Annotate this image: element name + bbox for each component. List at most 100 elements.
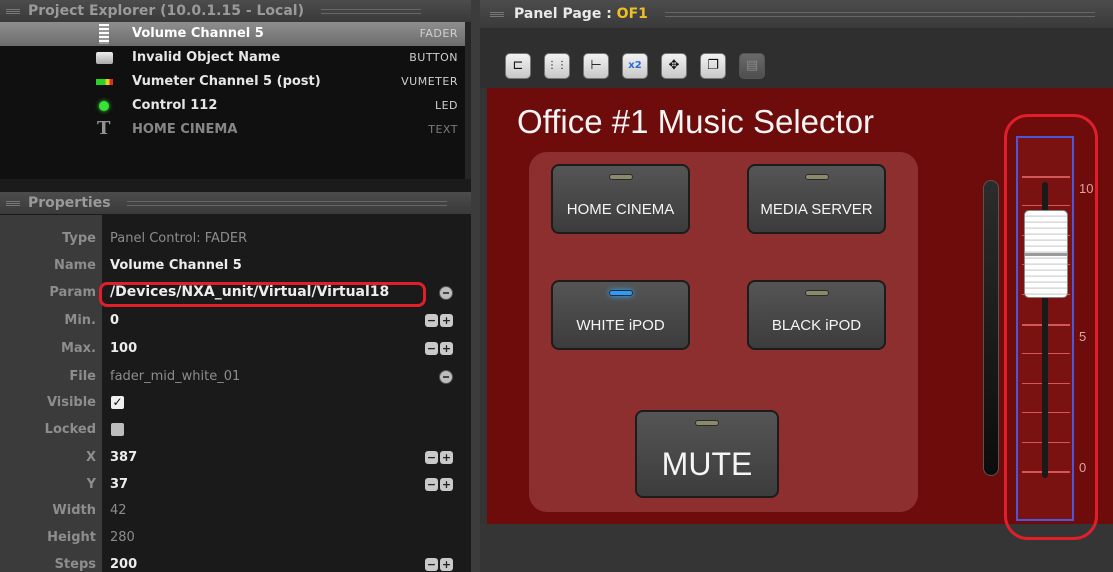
y-stepper[interactable]: − + xyxy=(425,478,453,491)
property-row-visible[interactable]: Visible ✓ xyxy=(0,391,471,414)
white-ipod-label: WHITE iPOD xyxy=(576,317,665,334)
property-key: Name xyxy=(53,258,96,273)
panel-page-name: OF1 xyxy=(616,6,648,22)
property-key: Locked xyxy=(44,422,96,437)
explorer-item-kind: BUTTON xyxy=(409,51,458,64)
property-row-file[interactable]: File fader_mid_white_01 xyxy=(0,365,471,388)
property-row-locked[interactable]: Locked xyxy=(0,418,471,441)
button-led xyxy=(609,174,633,180)
properties-header[interactable]: Properties xyxy=(0,192,471,214)
decrement-button[interactable]: − xyxy=(425,314,438,327)
decrement-button[interactable]: − xyxy=(425,478,438,491)
properties-panel: Type Panel Control: FADER Name Volume Ch… xyxy=(0,215,471,572)
button-led-active xyxy=(609,290,633,296)
property-key: Height xyxy=(47,530,96,545)
property-row-y[interactable]: Y 37 − + xyxy=(0,473,471,496)
paste-icon[interactable]: ▤ xyxy=(739,53,765,79)
property-value[interactable]: 100 xyxy=(110,337,137,360)
white-ipod-button[interactable]: WHITE iPOD xyxy=(551,280,690,350)
black-ipod-button[interactable]: BLACK iPOD xyxy=(747,280,886,350)
property-row-height: Height 280 xyxy=(0,526,471,549)
param-clear-button[interactable] xyxy=(439,286,453,300)
decrement-button[interactable]: − xyxy=(425,451,438,464)
property-row-name[interactable]: Name Volume Channel 5 xyxy=(0,254,471,277)
increment-button[interactable]: + xyxy=(440,451,453,464)
visible-checkbox[interactable]: ✓ xyxy=(111,396,124,409)
explorer-item-kind: FADER xyxy=(419,27,458,40)
property-row-width: Width 42 xyxy=(0,499,471,522)
mute-label: MUTE xyxy=(661,446,753,482)
header-stripe xyxy=(664,11,1095,17)
property-value[interactable]: 0 xyxy=(110,309,119,332)
align-icon[interactable]: ⊢ xyxy=(583,53,609,79)
vumeter-icon xyxy=(96,79,113,85)
panel-page-label: Panel Page : xyxy=(514,6,617,22)
property-row-min[interactable]: Min. 0 − + xyxy=(0,309,471,332)
button-led xyxy=(805,290,829,296)
explorer-item-kind: TEXT xyxy=(428,123,458,136)
property-row-x[interactable]: X 387 − + xyxy=(0,446,471,469)
steps-stepper[interactable]: − + xyxy=(425,558,453,571)
selector-button-group: HOME CINEMA MEDIA SERVER WHITE iPOD BLAC… xyxy=(529,152,918,512)
property-key: Max. xyxy=(60,341,96,356)
property-key: Visible xyxy=(46,395,96,410)
panel-page-header[interactable]: Panel Page : OF1 xyxy=(480,0,1113,28)
property-key: X xyxy=(85,450,96,465)
property-value[interactable]: 387 xyxy=(110,446,137,469)
max-stepper[interactable]: − + xyxy=(425,342,453,355)
property-value: 42 xyxy=(110,503,127,518)
decrement-button[interactable]: − xyxy=(425,342,438,355)
drag-grip-icon[interactable] xyxy=(6,9,20,14)
x-stepper[interactable]: − + xyxy=(425,451,453,464)
explorer-item-home-cinema[interactable]: T HOME CINEMA TEXT xyxy=(0,118,465,142)
property-key: Y xyxy=(86,477,96,492)
increment-button[interactable]: + xyxy=(440,478,453,491)
button-led xyxy=(805,174,829,180)
explorer-item-vumeter-channel-5[interactable]: Vumeter Channel 5 (post) VUMETER xyxy=(0,70,465,94)
explorer-item-label: Control 112 xyxy=(132,98,218,113)
property-value[interactable]: 37 xyxy=(110,473,128,496)
explorer-item-label: HOME CINEMA xyxy=(132,122,238,137)
property-row-max[interactable]: Max. 100 − + xyxy=(0,337,471,360)
grid-icon[interactable]: ⋮⋮ xyxy=(544,53,570,79)
property-key: Steps xyxy=(54,557,96,572)
property-key: Min. xyxy=(64,313,96,328)
home-cinema-button[interactable]: HOME CINEMA xyxy=(551,164,690,234)
vumeter-bar xyxy=(983,180,999,476)
black-ipod-label: BLACK iPOD xyxy=(771,317,862,334)
property-key: Param xyxy=(49,285,96,300)
increment-button[interactable]: + xyxy=(440,314,453,327)
ruler-icon[interactable]: ⊏ xyxy=(505,53,531,79)
project-explorer-header[interactable]: Project Explorer (10.0.1.15 - Local) xyxy=(0,0,471,22)
drag-grip-icon[interactable] xyxy=(490,12,504,17)
increment-button[interactable]: + xyxy=(440,342,453,355)
property-key: Width xyxy=(52,503,96,518)
header-stripe xyxy=(127,200,448,206)
move-icon[interactable]: ✥ xyxy=(661,53,687,79)
header-stripe xyxy=(320,8,421,14)
canvas-title: Office #1 Music Selector xyxy=(517,103,875,140)
project-explorer-title: Project Explorer (10.0.1.15 - Local) xyxy=(28,3,304,19)
increment-button[interactable]: + xyxy=(440,558,453,571)
explorer-item-label: Invalid Object Name xyxy=(132,50,281,65)
mute-button[interactable]: MUTE xyxy=(635,410,779,498)
panel-splitter[interactable] xyxy=(471,0,480,572)
property-value[interactable]: 200 xyxy=(110,553,137,572)
drag-grip-icon[interactable] xyxy=(6,201,20,206)
property-value[interactable]: Volume Channel 5 xyxy=(110,254,242,277)
property-row-steps[interactable]: Steps 200 − + xyxy=(0,553,471,572)
copy-icon[interactable]: ❐ xyxy=(700,53,726,79)
media-server-label: MEDIA SERVER xyxy=(760,201,873,218)
explorer-item-control-112[interactable]: Control 112 LED xyxy=(0,94,465,118)
left-sidebar: Project Explorer (10.0.1.15 - Local) Vol… xyxy=(0,0,471,572)
media-server-button[interactable]: MEDIA SERVER xyxy=(747,164,886,234)
decrement-button[interactable]: − xyxy=(425,558,438,571)
explorer-item-invalid-object-name[interactable]: Invalid Object Name BUTTON xyxy=(0,46,465,70)
min-stepper[interactable]: − + xyxy=(425,314,453,327)
property-key: Type xyxy=(62,231,96,246)
locked-checkbox[interactable] xyxy=(111,423,124,436)
zoom-x2-icon[interactable]: x2 xyxy=(622,53,648,79)
file-clear-button[interactable] xyxy=(439,370,453,384)
explorer-item-volume-channel-5[interactable]: Volume Channel 5 FADER xyxy=(0,22,465,46)
explorer-item-kind: LED xyxy=(434,99,458,112)
